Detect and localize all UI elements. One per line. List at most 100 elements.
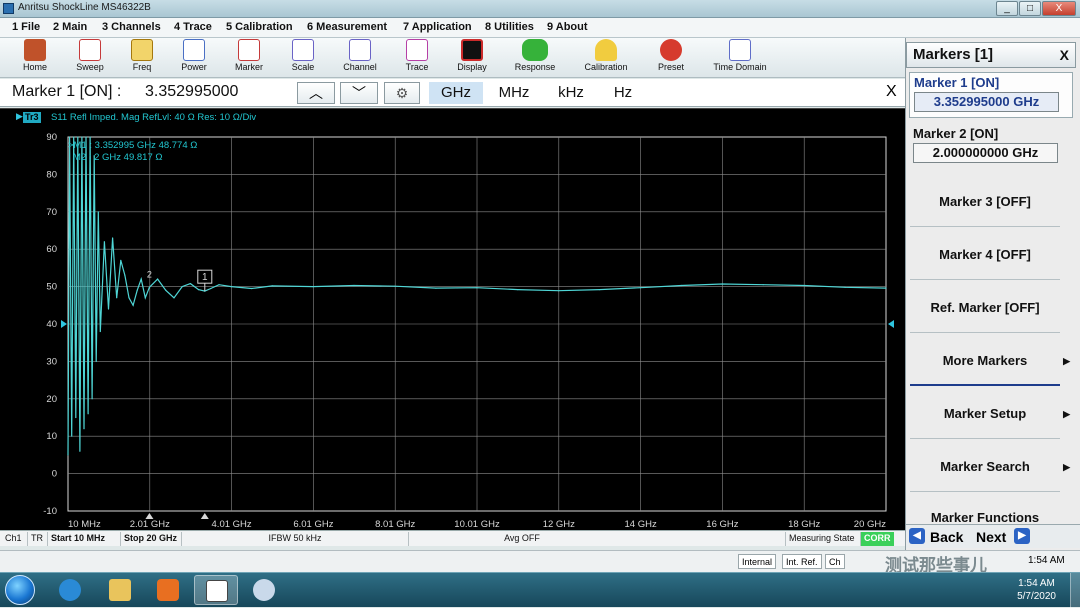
calibration-icon	[595, 39, 617, 61]
more-markers-label: More Markers	[942, 353, 1028, 368]
marker-2-value[interactable]: 2.000000000 GHz	[913, 143, 1058, 163]
status-channel[interactable]: Ch1	[2, 532, 25, 546]
toolbar-calibration[interactable]: Calibration	[581, 39, 631, 77]
more-markers-button[interactable]: More Markers ▶	[910, 336, 1070, 386]
y-tick-label: 40	[46, 319, 57, 330]
taskbar-ie[interactable]	[48, 575, 92, 605]
unit-ghz-button[interactable]: GHz	[429, 82, 483, 104]
trace-point	[128, 297, 130, 299]
menu-main[interactable]: 2 Main	[53, 21, 87, 33]
y-tick-label: 20	[46, 394, 57, 405]
marker-1-value[interactable]: 3.352995000 GHz	[914, 92, 1059, 112]
menu-about[interactable]: 9 About	[547, 21, 588, 33]
y-tick-label: 0	[52, 469, 57, 480]
taskbar-media-player[interactable]	[146, 575, 190, 605]
close-window-button[interactable]: X	[1042, 1, 1076, 16]
marker-setup-button[interactable]: Marker Setup ▶	[910, 389, 1070, 439]
response-icon	[522, 39, 548, 61]
side-panel-close-button[interactable]: X	[1060, 43, 1069, 67]
marker-functions-button[interactable]: Marker Functions	[910, 495, 1060, 525]
status-start[interactable]: Start 10 MHz	[47, 532, 108, 546]
toolbar-channel-label: Channel	[343, 62, 377, 72]
status-trace[interactable]: TR	[27, 532, 46, 546]
close-entry-button[interactable]: X	[886, 83, 897, 101]
toolbar-sweep[interactable]: Sweep	[70, 39, 110, 77]
marker-search-label: Marker Search	[940, 459, 1030, 474]
back-button[interactable]: Back	[930, 529, 963, 545]
marker-2-item[interactable]: Marker 2 [ON] 2.000000000 GHz	[909, 126, 1073, 172]
toolbar-preset[interactable]: Preset	[651, 39, 691, 77]
taskbar-paint[interactable]	[242, 575, 286, 605]
trace-header-text: S11 Refl Imped. Mag RefLvl: 40 Ω Res: 10…	[51, 112, 257, 123]
taskbar-shockline[interactable]	[194, 575, 238, 605]
marker-functions-label: Marker Functions	[930, 510, 1040, 525]
preset-icon	[660, 39, 682, 61]
taskbar-clock[interactable]: 1:54 AM 5/7/2020	[1017, 577, 1056, 603]
marker-4-button[interactable]: Marker 4 [OFF]	[910, 230, 1060, 280]
menu-calibration[interactable]: 5 Calibration	[226, 21, 293, 33]
x-tick-label: 10.01 GHz	[454, 519, 500, 530]
menu-channels[interactable]: 3 Channels	[102, 21, 161, 33]
maximize-button[interactable]: □	[1019, 1, 1041, 16]
unit-khz-button[interactable]: kHz	[544, 82, 598, 104]
next-button[interactable]: Next	[976, 529, 1006, 545]
toolbar-display[interactable]: Display	[451, 39, 493, 77]
settings-gear-icon[interactable]: ⚙	[384, 82, 420, 104]
y-tick-label: 60	[46, 244, 57, 255]
toolbar-home[interactable]: Home	[15, 39, 55, 77]
back-arrow-icon[interactable]: ◀	[909, 528, 925, 544]
marker-axis-triangle	[200, 513, 209, 519]
trace-point	[112, 237, 114, 239]
toolbar-home-label: Home	[22, 62, 47, 72]
toolbar-time-domain[interactable]: Time Domain	[708, 39, 772, 77]
trace-point	[353, 284, 355, 287]
increment-button[interactable]: ︿	[297, 82, 335, 104]
unit-mhz-button[interactable]: MHz	[487, 82, 541, 104]
trace-icon	[406, 39, 428, 61]
decrement-button[interactable]: ﹀	[340, 82, 378, 104]
trace-point	[189, 283, 191, 285]
marker-search-button[interactable]: Marker Search ▶	[910, 442, 1070, 492]
next-arrow-icon[interactable]: ▶	[1014, 528, 1030, 544]
toolbar-marker[interactable]: Marker	[229, 39, 269, 77]
instrument-status-bar: Internal Int. Ref. Ch 测试那些事儿 1:54 AM	[0, 550, 1080, 575]
menu-file[interactable]: 1 File	[12, 21, 40, 33]
menu-utilities[interactable]: 8 Utilities	[485, 21, 534, 33]
marker-3-button[interactable]: Marker 3 [OFF]	[910, 177, 1060, 227]
marker-1-item[interactable]: Marker 1 [ON] 3.352995000 GHz	[909, 72, 1073, 118]
toolbar-response[interactable]: Response	[512, 39, 558, 77]
shockline-app-icon	[206, 580, 228, 602]
start-button[interactable]	[5, 575, 35, 605]
toolbar-sweep-label: Sweep	[76, 62, 104, 72]
status-ifbw[interactable]: IFBW 50 kHz	[181, 532, 408, 546]
status-clock: 1:54 AM	[1028, 555, 1065, 566]
system-tray-icons[interactable]	[950, 585, 1010, 597]
ref-marker-button[interactable]: Ref. Marker [OFF]	[910, 283, 1060, 333]
marker-2-label: Marker 2 [ON]	[913, 126, 999, 141]
status-stop[interactable]: Stop 20 GHz	[120, 532, 180, 546]
trace-point	[85, 136, 87, 138]
toolbar-channel[interactable]: Channel	[338, 39, 382, 77]
trace-point	[67, 454, 69, 456]
menu-trace[interactable]: 4 Trace	[174, 21, 212, 33]
status-avg[interactable]: Avg OFF	[408, 532, 635, 546]
x-tick-label: 20 GHz	[854, 519, 886, 530]
trace-tag[interactable]: Tr3	[23, 112, 41, 123]
trace-point	[885, 287, 887, 289]
toolbar-power[interactable]: Power	[174, 39, 214, 77]
marker-frequency-input[interactable]: 3.352995000	[145, 83, 238, 101]
taskbar-explorer[interactable]	[98, 575, 142, 605]
toolbar-response-label: Response	[514, 62, 556, 72]
plot-area[interactable]: 90 80 70 60 50 40 30 20 10 0 -10 10 MHz 2.01 GHz 4.0…	[0, 108, 905, 530]
menu-application[interactable]: 7 Application	[403, 21, 472, 33]
minimize-button[interactable]: _	[996, 1, 1018, 16]
trace-point	[99, 330, 101, 333]
toolbar-trace[interactable]: Trace	[397, 39, 437, 77]
toolbar-freq[interactable]: Freq	[122, 39, 162, 77]
show-desktop-button[interactable]	[1070, 573, 1080, 608]
toolbar-scale[interactable]: Scale	[283, 39, 323, 77]
unit-hz-button[interactable]: Hz	[596, 82, 650, 104]
marker-readout-m1: >M1 : 3.352995 GHz 48.774 Ω	[68, 140, 198, 151]
chevron-right-icon: ▶	[1063, 356, 1070, 366]
menu-measurement[interactable]: 6 Measurement	[307, 21, 387, 33]
